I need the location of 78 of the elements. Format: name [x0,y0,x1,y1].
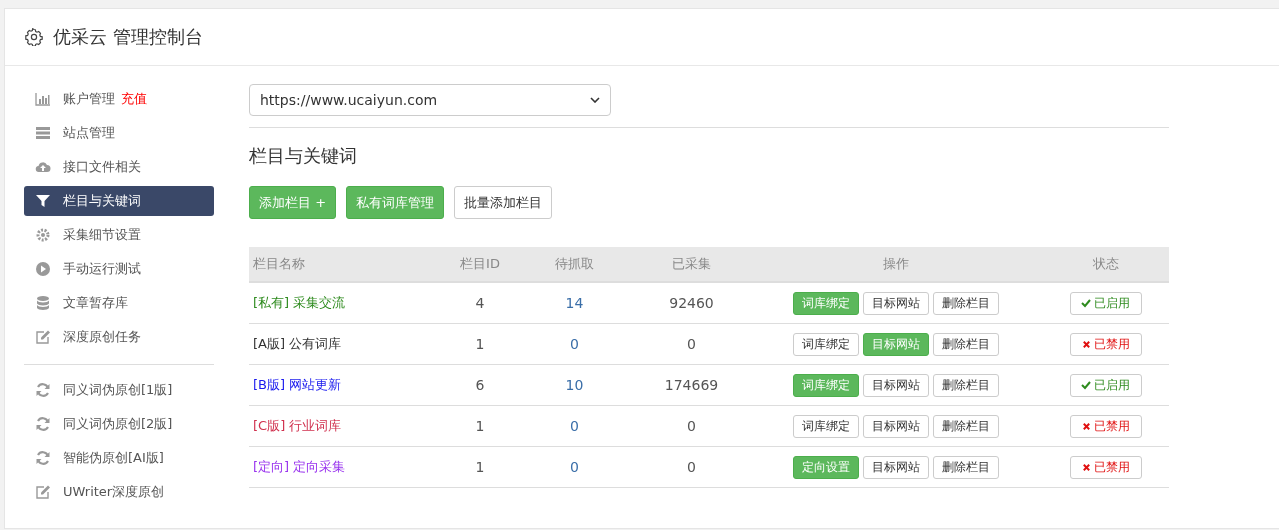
action-button[interactable]: 删除栏目 [933,291,999,315]
settings-icon [25,28,43,46]
table-cell: [私有] 采集交流 [249,282,444,324]
sidebar-item[interactable]: 同义词伪原创[1版] [24,375,214,405]
toolbar-button[interactable]: 批量添加栏目 [454,186,553,219]
action-button[interactable]: 目标网站 [863,291,929,315]
table-cell: 0 [633,446,750,488]
action-button[interactable]: 删除栏目 [933,332,999,356]
action-button[interactable]: 目标网站 [863,373,929,397]
table-cell: 0 [516,446,633,488]
column-header: 栏目ID [444,247,516,282]
status-button[interactable]: 已禁用 [1069,332,1142,356]
edit-icon [35,329,51,345]
table-cell: 0 [516,405,633,447]
recharge-link[interactable]: 充值 [121,90,147,108]
site-select[interactable]: https://www.ucaiyun.com [249,84,611,116]
column-header: 操作 [750,247,1042,282]
chart-icon [35,91,51,107]
table-cell: 1 [444,446,516,488]
cross-icon [1081,421,1091,431]
refresh-icon [35,382,51,398]
refresh-icon [35,416,51,432]
status-button[interactable]: 已禁用 [1069,455,1142,479]
gear-icon [35,227,51,243]
edit-icon [35,484,51,500]
console-title: 优采云 管理控制台 [53,25,203,49]
sidebar-item[interactable]: 采集细节设置 [24,220,214,250]
action-button[interactable]: 词库绑定 [793,414,859,438]
action-button[interactable]: 词库绑定 [793,332,859,356]
sidebar-item[interactable]: UWriter深度原创 [24,477,214,507]
sidebar-item[interactable]: 智能伪原创[AI版] [24,443,214,473]
caret-icon [590,97,600,103]
table-cell: 174669 [633,364,750,406]
play-icon [35,261,51,277]
status-button[interactable]: 已启用 [1069,373,1142,397]
check-icon [1081,380,1091,390]
table-cell: 0 [516,323,633,365]
column-header: 状态 [1042,247,1169,282]
cross-icon [1081,339,1091,349]
sidebar-item[interactable]: 站点管理 [24,118,214,148]
check-icon [1081,298,1091,308]
table-cell: 14 [516,282,633,324]
action-button[interactable]: 删除栏目 [933,455,999,479]
sidebar-item[interactable]: 手动运行测试 [24,254,214,284]
database-icon [35,295,51,311]
status-button[interactable]: 已禁用 [1069,414,1142,438]
sidebar-item[interactable]: 栏目与关键词 [24,186,214,216]
action-button[interactable]: 目标网站 [863,414,929,438]
table-cell: 4 [444,282,516,324]
cloud-upload-icon [35,159,51,175]
table-cell: 92460 [633,282,750,324]
table-cell: 10 [516,364,633,406]
action-button[interactable]: 删除栏目 [933,373,999,397]
table-cell: 6 [444,364,516,406]
table-cell: [C版] 行业词库 [249,405,444,447]
column-header: 已采集 [633,247,750,282]
sidebar-item[interactable]: 接口文件相关 [24,152,214,182]
server-icon [35,125,51,141]
status-button[interactable]: 已启用 [1069,291,1142,315]
action-button[interactable]: 目标网站 [863,455,929,479]
section-title: 栏目与关键词 [249,144,358,168]
table-cell: [A版] 公有词库 [249,323,444,365]
sidebar-item[interactable]: 账户管理 充值 [24,84,214,114]
column-header: 待抓取 [516,247,633,282]
action-button[interactable]: 删除栏目 [933,414,999,438]
refresh-icon [35,450,51,466]
sidebar-item[interactable]: 深度原创任务 [24,322,214,352]
table-cell: 1 [444,323,516,365]
table-cell: 1 [444,405,516,447]
table-cell: 0 [633,405,750,447]
column-header: 栏目名称 [249,247,444,282]
filter-icon [35,193,51,209]
table-cell: 0 [633,323,750,365]
sidebar-item[interactable]: 同义词伪原创[2版] [24,409,214,439]
sidebar-item[interactable]: 文章暂存库 [24,288,214,318]
table-cell: [定向] 定向采集 [249,446,444,488]
cross-icon [1081,462,1091,472]
table-cell: [B版] 网站更新 [249,364,444,406]
